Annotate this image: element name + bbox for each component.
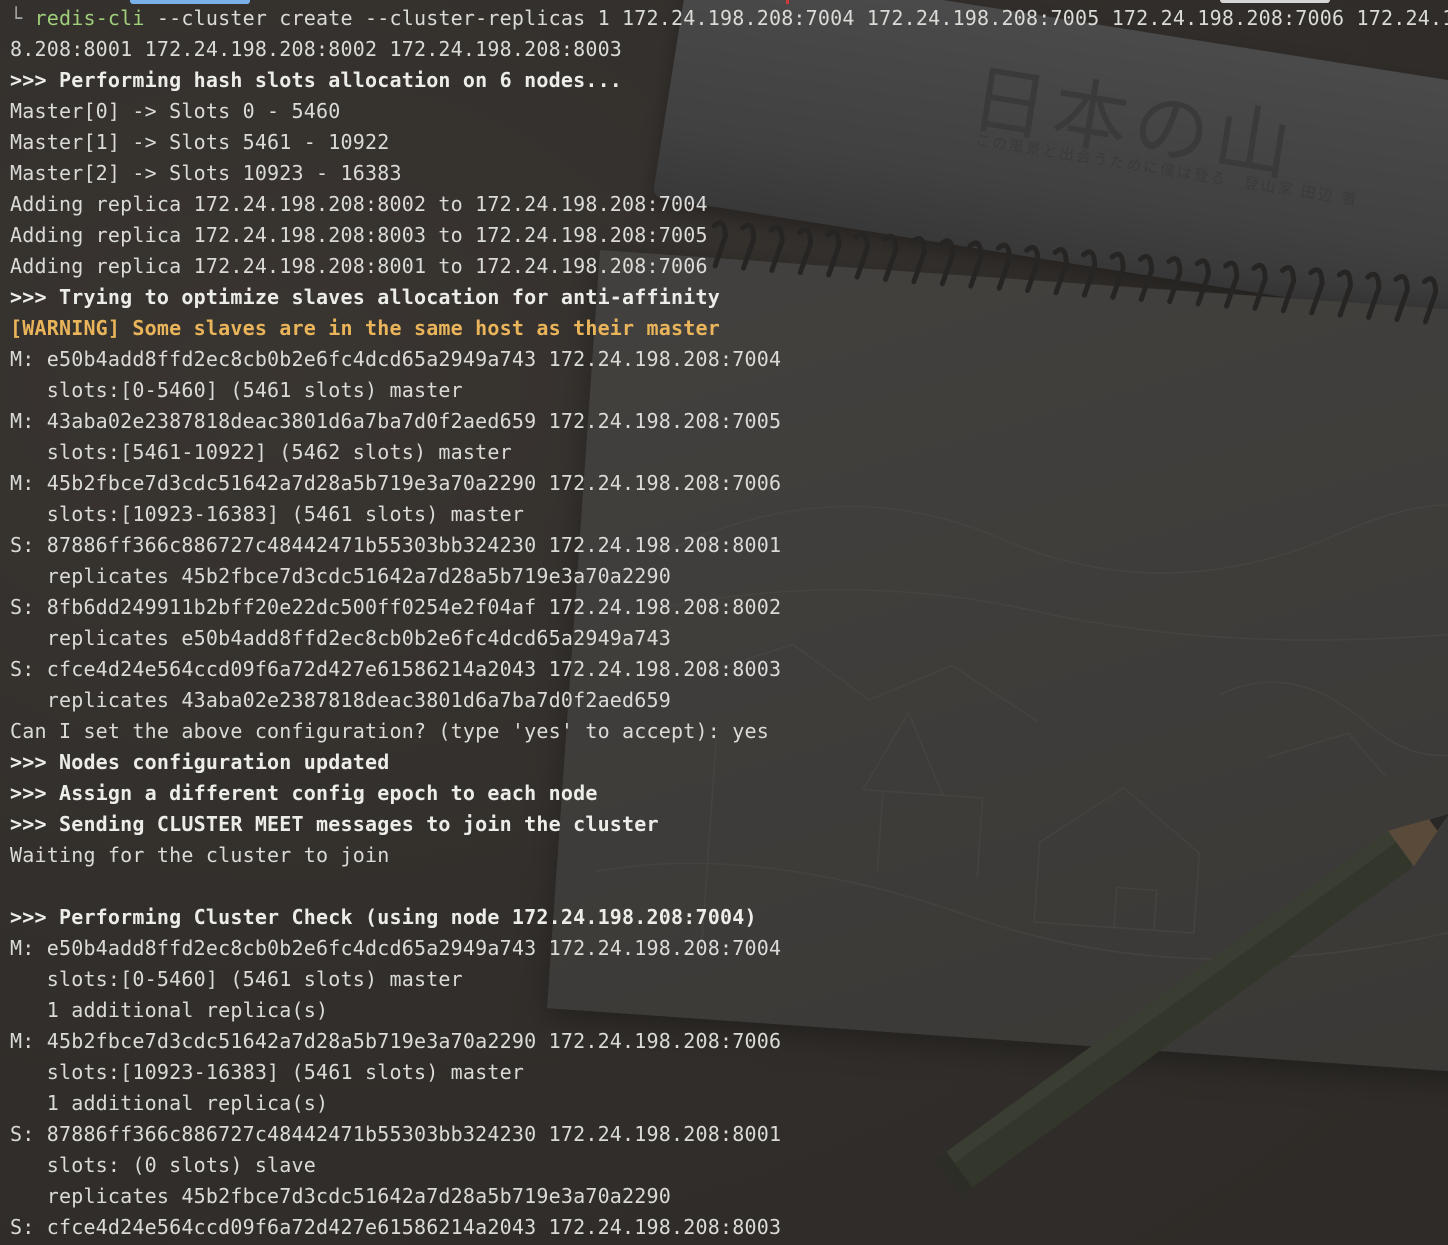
output-line: S: cfce4d24e564ccd09f6a72d427e61586214a2… xyxy=(10,1215,782,1239)
output-line: 1 additional replica(s) xyxy=(10,998,329,1022)
prompt-tree-glyph: └ xyxy=(10,6,35,30)
output-line: Master[2] -> Slots 10923 - 16383 xyxy=(10,161,402,185)
output-line: >>> Sending CLUSTER MEET messages to joi… xyxy=(10,812,659,836)
output-line: Can I set the above configuration? (type… xyxy=(10,719,769,743)
output-line: >>> Trying to optimize slaves allocation… xyxy=(10,285,720,309)
output-line: 8.208:8001 172.24.198.208:8002 172.24.19… xyxy=(10,37,623,61)
terminal-output[interactable]: └ redis-cli --cluster create --cluster-r… xyxy=(0,0,1448,1245)
output-line: S: cfce4d24e564ccd09f6a72d427e61586214a2… xyxy=(10,657,782,681)
output-line: slots:[0-5460] (5461 slots) master xyxy=(10,378,463,402)
command-line: └ redis-cli --cluster create --cluster-r… xyxy=(10,3,1448,34)
output-line: Master[1] -> Slots 5461 - 10922 xyxy=(10,130,390,154)
output-line: S: 87886ff366c886727c48442471b55303bb324… xyxy=(10,533,782,557)
output-line: M: 45b2fbce7d3cdc51642a7d28a5b719e3a70a2… xyxy=(10,1029,782,1053)
output-line: S: 8fb6dd249911b2bff20e22dc500ff0254e2f0… xyxy=(10,595,782,619)
output-line: >>> Assign a different config epoch to e… xyxy=(10,781,598,805)
output-line: slots: (0 slots) slave xyxy=(10,1153,317,1177)
output-line: replicates 45b2fbce7d3cdc51642a7d28a5b71… xyxy=(10,564,672,588)
output-line: Master[0] -> Slots 0 - 5460 xyxy=(10,99,341,123)
warning-line: [WARNING] Some slaves are in the same ho… xyxy=(10,316,720,340)
output-line: Adding replica 172.24.198.208:8001 to 17… xyxy=(10,254,708,278)
output-line: slots:[0-5460] (5461 slots) master xyxy=(10,967,463,991)
output-line: Adding replica 172.24.198.208:8002 to 17… xyxy=(10,192,708,216)
output-line: >>> Performing hash slots allocation on … xyxy=(10,68,623,92)
output-line: slots:[10923-16383] (5461 slots) master xyxy=(10,1060,525,1084)
output-line: slots:[10923-16383] (5461 slots) master xyxy=(10,502,525,526)
output-line: M: 45b2fbce7d3cdc51642a7d28a5b719e3a70a2… xyxy=(10,471,782,495)
output-line: S: 87886ff366c886727c48442471b55303bb324… xyxy=(10,1122,782,1146)
output-line: Waiting for the cluster to join xyxy=(10,843,390,867)
output-line: 1 additional replica(s) xyxy=(10,1091,329,1115)
output-line: replicates 45b2fbce7d3cdc51642a7d28a5b71… xyxy=(10,1184,672,1208)
output-line: M: e50b4add8ffd2ec8cb0b2e6fc4dcd65a2949a… xyxy=(10,936,782,960)
command-program: redis-cli xyxy=(34,6,145,30)
output-line: M: e50b4add8ffd2ec8cb0b2e6fc4dcd65a2949a… xyxy=(10,347,782,371)
output-line: replicates e50b4add8ffd2ec8cb0b2e6fc4dcd… xyxy=(10,626,672,650)
command-arguments: --cluster create --cluster-replicas 1 17… xyxy=(144,6,1448,30)
output-line: slots:[5461-10922] (5462 slots) master xyxy=(10,440,512,464)
output-line: >>> Nodes configuration updated xyxy=(10,750,390,774)
output-line: Adding replica 172.24.198.208:8003 to 17… xyxy=(10,223,708,247)
output-line: replicates 43aba02e2387818deac3801d6a7ba… xyxy=(10,688,672,712)
output-line: >>> Performing Cluster Check (using node… xyxy=(10,905,757,929)
output-line: M: 43aba02e2387818deac3801d6a7ba7d0f2aed… xyxy=(10,409,782,433)
